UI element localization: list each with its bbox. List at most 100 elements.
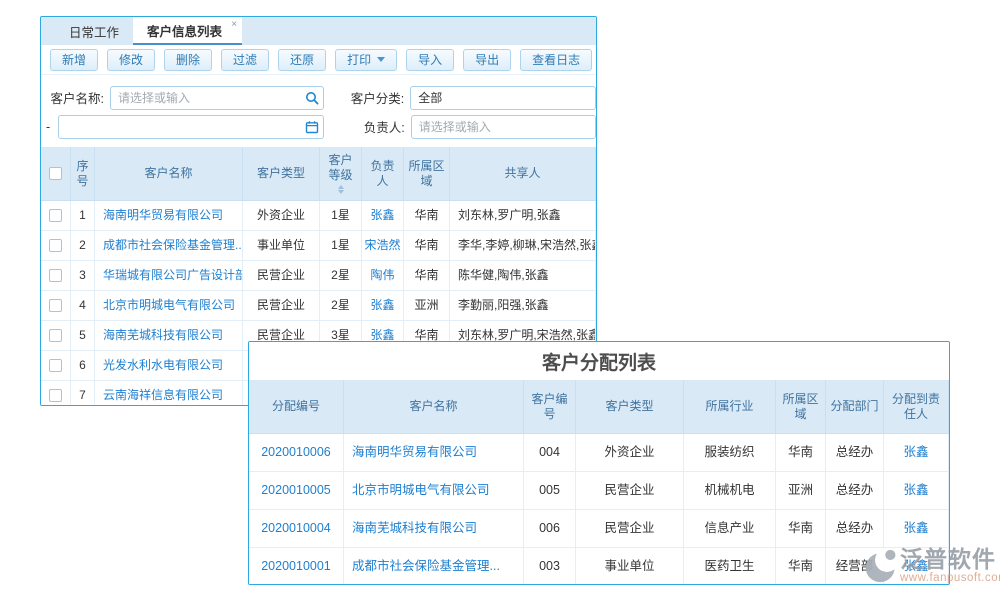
customer-table-header: 序号 客户名称 客户类型 客户等级 负责人 所属区域 共享人 [41,147,596,201]
row-level: 1星 [320,231,362,261]
header-customer-type: 客户类型 [243,147,320,201]
customer-name-label: 客户名称: [41,88,104,107]
row-type: 民营企业 [243,261,320,291]
row-region: 亚洲 [404,291,450,321]
row-region: 华南 [404,261,450,291]
row-region: 华南 [404,231,450,261]
row-customer-no: 005 [524,472,576,510]
owner-link[interactable]: 宋浩然 [365,238,401,253]
row-level: 2星 [320,261,362,291]
calendar-icon[interactable] [301,120,323,134]
row-seq: 7 [71,381,95,406]
row-seq: 6 [71,351,95,381]
modify-button[interactable]: 修改 [107,49,155,71]
customer-name-link[interactable]: 海南芜城科技有限公司 [352,521,477,537]
header-shared: 共享人 [450,147,596,201]
alloc-no-link[interactable]: 2020010001 [261,559,331,575]
row-dept: 总经办 [826,472,884,510]
customer-name-link[interactable]: 云南海祥信息有限公司 [103,388,223,403]
customer-name-link[interactable]: 光发水利水电有限公司 [103,358,223,373]
import-button[interactable]: 导入 [406,49,454,71]
row-shared: 陈华健,陶伟,张鑫 [450,261,596,291]
customer-name-link[interactable]: 成都市社会保险基金管理... [103,238,243,253]
row-type: 民营企业 [243,291,320,321]
row-checkbox[interactable] [49,269,62,282]
header-checkbox-cell [41,147,71,201]
table-row[interactable]: 2 成都市社会保险基金管理... 事业单位 1星 宋浩然 华南 李华,李婷,柳琳… [41,231,596,261]
row-type: 事业单位 [576,548,684,585]
alloc-no-link[interactable]: 2020010004 [261,521,331,537]
sort-icon[interactable] [338,185,344,194]
table-row[interactable]: 3 华瑞城有限公司广告设计部 民营企业 2星 陶伟 华南 陈华健,陶伟,张鑫 [41,261,596,291]
row-checkbox[interactable] [49,359,62,372]
tab-daily-work[interactable]: 日常工作 [55,17,133,45]
row-checkbox[interactable] [49,389,62,402]
row-type: 外资企业 [243,201,320,231]
filter-row-1: 客户名称: 客户分类: [41,85,596,110]
table-row[interactable]: 2020010006 海南明华贸易有限公司 004 外资企业 服装纺织 华南 总… [249,434,949,472]
customer-name-link[interactable]: 华瑞城有限公司广告设计部 [103,268,243,283]
customer-name-link[interactable]: 海南芜城科技有限公司 [103,328,223,343]
row-checkbox[interactable] [49,299,62,312]
header-region: 所属区域 [776,380,826,434]
customer-name-link[interactable]: 海南明华贸易有限公司 [103,208,223,223]
customer-name-link[interactable]: 北京市明城电气有限公司 [103,298,235,313]
row-seq: 2 [71,231,95,261]
owner-link[interactable]: 陶伟 [370,268,394,283]
date-range-separator: - [41,120,52,134]
row-seq: 1 [71,201,95,231]
header-region: 所属区域 [404,147,450,201]
customer-name-link[interactable]: 成都市社会保险基金管理... [352,559,500,575]
search-icon[interactable] [301,91,323,105]
owner-input[interactable] [412,116,595,138]
tab-close-icon[interactable]: × [231,19,237,30]
header-industry: 所属行业 [684,380,776,434]
table-row[interactable]: 2020010005 北京市明城电气有限公司 005 民营企业 机械机电 亚洲 … [249,472,949,510]
print-button[interactable]: 打印 [335,49,397,71]
row-region: 华南 [776,510,826,548]
assignee-link[interactable]: 张鑫 [903,559,928,575]
restore-button[interactable]: 还原 [278,49,326,71]
assignee-link[interactable]: 张鑫 [903,521,928,537]
date-input[interactable] [59,116,301,138]
allocation-table-header: 分配编号 客户名称 客户编号 客户类型 所属行业 所属区域 分配部门 分配到责任… [249,380,949,434]
table-row[interactable]: 4 北京市明城电气有限公司 民营企业 2星 张鑫 亚洲 李勤丽,阳强,张鑫 [41,291,596,321]
table-row[interactable]: 1 海南明华贸易有限公司 外资企业 1星 张鑫 华南 刘东林,罗广明,张鑫 [41,201,596,231]
header-customer-no: 客户编号 [524,380,576,434]
table-row[interactable]: 2020010001 成都市社会保险基金管理... 003 事业单位 医药卫生 … [249,548,949,585]
row-type: 事业单位 [243,231,320,261]
alloc-no-link[interactable]: 2020010006 [261,445,331,461]
screen: 日常工作 客户信息列表 × 新增 修改 删除 过滤 还原 打印 导入 导出 查看… [0,0,1000,600]
row-checkbox[interactable] [49,239,62,252]
view-log-button[interactable]: 查看日志 [520,49,592,71]
customer-name-input[interactable] [111,87,301,109]
allocation-panel: 客户分配列表 分配编号 客户名称 客户编号 客户类型 所属行业 所属区域 分配部… [248,341,950,585]
filter-button[interactable]: 过滤 [221,49,269,71]
assignee-link[interactable]: 张鑫 [903,483,928,499]
header-alloc-no: 分配编号 [249,380,344,434]
row-region: 华南 [404,201,450,231]
row-checkbox[interactable] [49,209,62,222]
customer-name-link[interactable]: 海南明华贸易有限公司 [352,445,477,461]
header-alloc-dept: 分配部门 [826,380,884,434]
owner-link[interactable]: 张鑫 [370,208,394,223]
owner-link[interactable]: 张鑫 [370,298,394,313]
table-row[interactable]: 2020010004 海南芜城科技有限公司 006 民营企业 信息产业 华南 总… [249,510,949,548]
customer-category-input-wrap [410,86,596,110]
row-seq: 4 [71,291,95,321]
alloc-no-link[interactable]: 2020010005 [261,483,331,499]
customer-name-input-wrap [110,86,324,110]
row-region: 亚洲 [776,472,826,510]
customer-name-link[interactable]: 北京市明城电气有限公司 [352,483,490,499]
assignee-link[interactable]: 张鑫 [903,445,928,461]
customer-category-input[interactable] [411,87,595,109]
row-customer-no: 003 [524,548,576,585]
export-button[interactable]: 导出 [463,49,511,71]
filter-area: 客户名称: 客户分类: - [41,75,596,147]
add-button[interactable]: 新增 [50,49,98,71]
delete-button[interactable]: 删除 [164,49,212,71]
row-dept: 经营部 [826,548,884,585]
select-all-checkbox[interactable] [49,167,62,180]
tab-customer-info-list[interactable]: 客户信息列表 × [133,17,242,45]
row-checkbox[interactable] [49,329,62,342]
